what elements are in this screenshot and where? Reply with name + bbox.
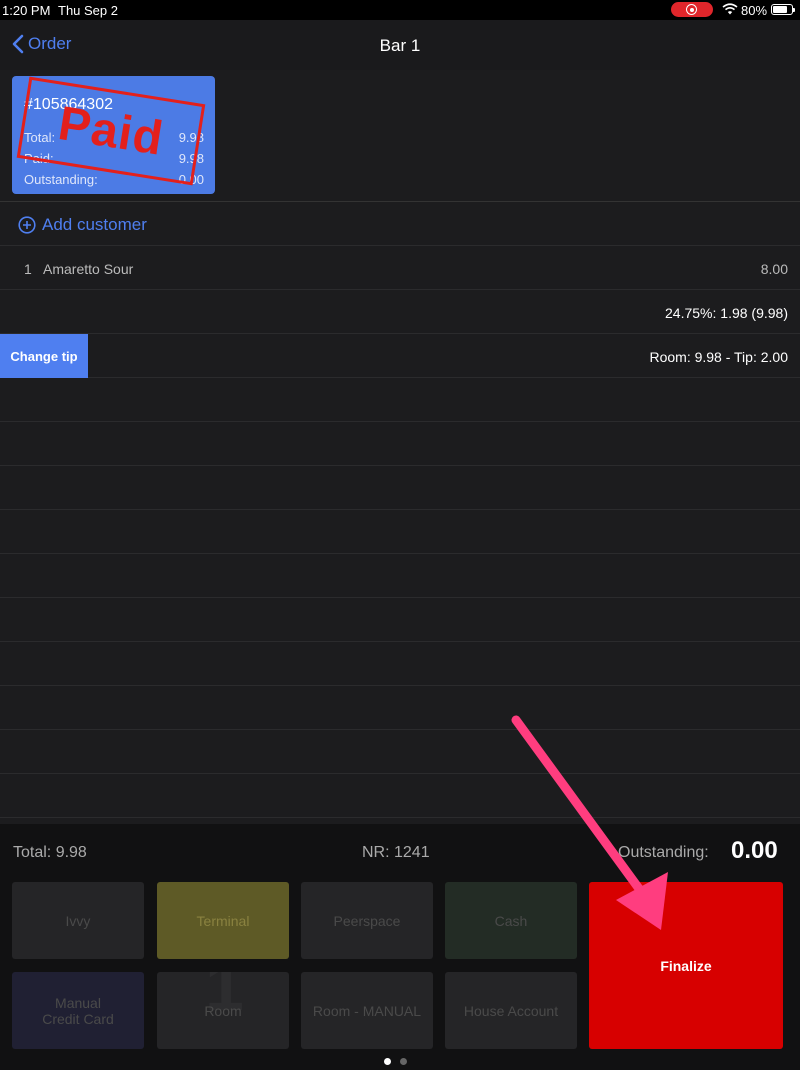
status-date: Thu Sep 2 bbox=[58, 3, 118, 18]
room-row: Change tip Room: 9.98 - Tip: 2.00 bbox=[0, 334, 800, 378]
empty-row bbox=[0, 422, 800, 466]
empty-row bbox=[0, 598, 800, 642]
tip-summary: 24.75%: 1.98 (9.98) bbox=[665, 305, 788, 321]
page-dot-active bbox=[384, 1058, 391, 1065]
order-card[interactable]: #105864302 Total: 9.98 Paid: 9.98 Outsta… bbox=[12, 76, 215, 194]
house-account-button[interactable]: House Account bbox=[445, 972, 577, 1049]
screen-recording-icon[interactable] bbox=[671, 2, 713, 17]
empty-row bbox=[0, 510, 800, 554]
outstanding-value: 0.00 bbox=[731, 837, 778, 864]
tip-summary-row: 24.75%: 1.98 (9.98) bbox=[0, 290, 800, 334]
payment-panel: Total: 9.98 NR: 1241 Outstanding: 0.00 I… bbox=[0, 824, 800, 1070]
battery-percent: 80% bbox=[741, 3, 768, 18]
battery-icon bbox=[771, 4, 795, 15]
status-bar: 1:20 PM Thu Sep 2 80% bbox=[0, 0, 800, 20]
order-content: Add customer 1 Amaretto Sour 8.00 24.75%… bbox=[0, 202, 800, 824]
item-qty: 1 bbox=[24, 261, 32, 277]
empty-row bbox=[0, 378, 800, 422]
status-time: 1:20 PM bbox=[2, 3, 51, 18]
plus-circle-icon bbox=[18, 216, 36, 234]
change-tip-button[interactable]: Change tip bbox=[0, 334, 88, 378]
item-price: 8.00 bbox=[760, 261, 788, 277]
add-customer-label: Add customer bbox=[42, 215, 147, 234]
finalize-button[interactable]: Finalize bbox=[589, 882, 783, 1049]
add-customer-row: Add customer bbox=[0, 202, 800, 246]
room-label: Room bbox=[204, 1002, 242, 1019]
total-amount: Total: 9.98 bbox=[13, 844, 87, 861]
list-item[interactable]: 1 Amaretto Sour 8.00 bbox=[0, 246, 800, 290]
manual-credit-card-button[interactable]: Manual Credit Card bbox=[12, 972, 144, 1049]
manual-label-line2: Credit Card bbox=[42, 1010, 114, 1027]
manual-label-line1: Manual bbox=[55, 994, 101, 1011]
page-indicator[interactable] bbox=[384, 1058, 416, 1065]
empty-row bbox=[0, 730, 800, 774]
outstanding-label: Outstanding: bbox=[618, 844, 709, 861]
page-title: Bar 1 bbox=[379, 36, 421, 55]
receipt-number: NR: 1241 bbox=[362, 844, 430, 861]
empty-row bbox=[0, 774, 800, 818]
room-summary: Room: 9.98 - Tip: 2.00 bbox=[649, 349, 788, 365]
peerspace-button[interactable]: Peerspace bbox=[301, 882, 433, 959]
totals-bar: Total: 9.98 NR: 1241 Outstanding: 0.00 bbox=[0, 824, 800, 880]
paid-stamp: Paid bbox=[16, 76, 206, 186]
empty-row bbox=[0, 686, 800, 730]
nav-bar: Order Bar 1 bbox=[0, 20, 800, 70]
page-dot bbox=[400, 1058, 407, 1065]
ivvy-button[interactable]: Ivvy bbox=[12, 882, 144, 959]
empty-row bbox=[0, 642, 800, 686]
cash-button[interactable]: Cash bbox=[445, 882, 577, 959]
empty-row bbox=[0, 554, 800, 598]
orders-strip: #105864302 Total: 9.98 Paid: 9.98 Outsta… bbox=[0, 70, 800, 202]
terminal-button[interactable]: Terminal bbox=[157, 882, 289, 959]
add-customer-button[interactable]: Add customer bbox=[18, 215, 147, 235]
item-name: Amaretto Sour bbox=[43, 261, 134, 277]
room-manual-button[interactable]: Room - MANUAL bbox=[301, 972, 433, 1049]
empty-row bbox=[0, 466, 800, 510]
room-badge: 1 bbox=[205, 972, 244, 1025]
room-button[interactable]: 1 Room bbox=[157, 972, 289, 1049]
wifi-icon bbox=[722, 3, 738, 15]
